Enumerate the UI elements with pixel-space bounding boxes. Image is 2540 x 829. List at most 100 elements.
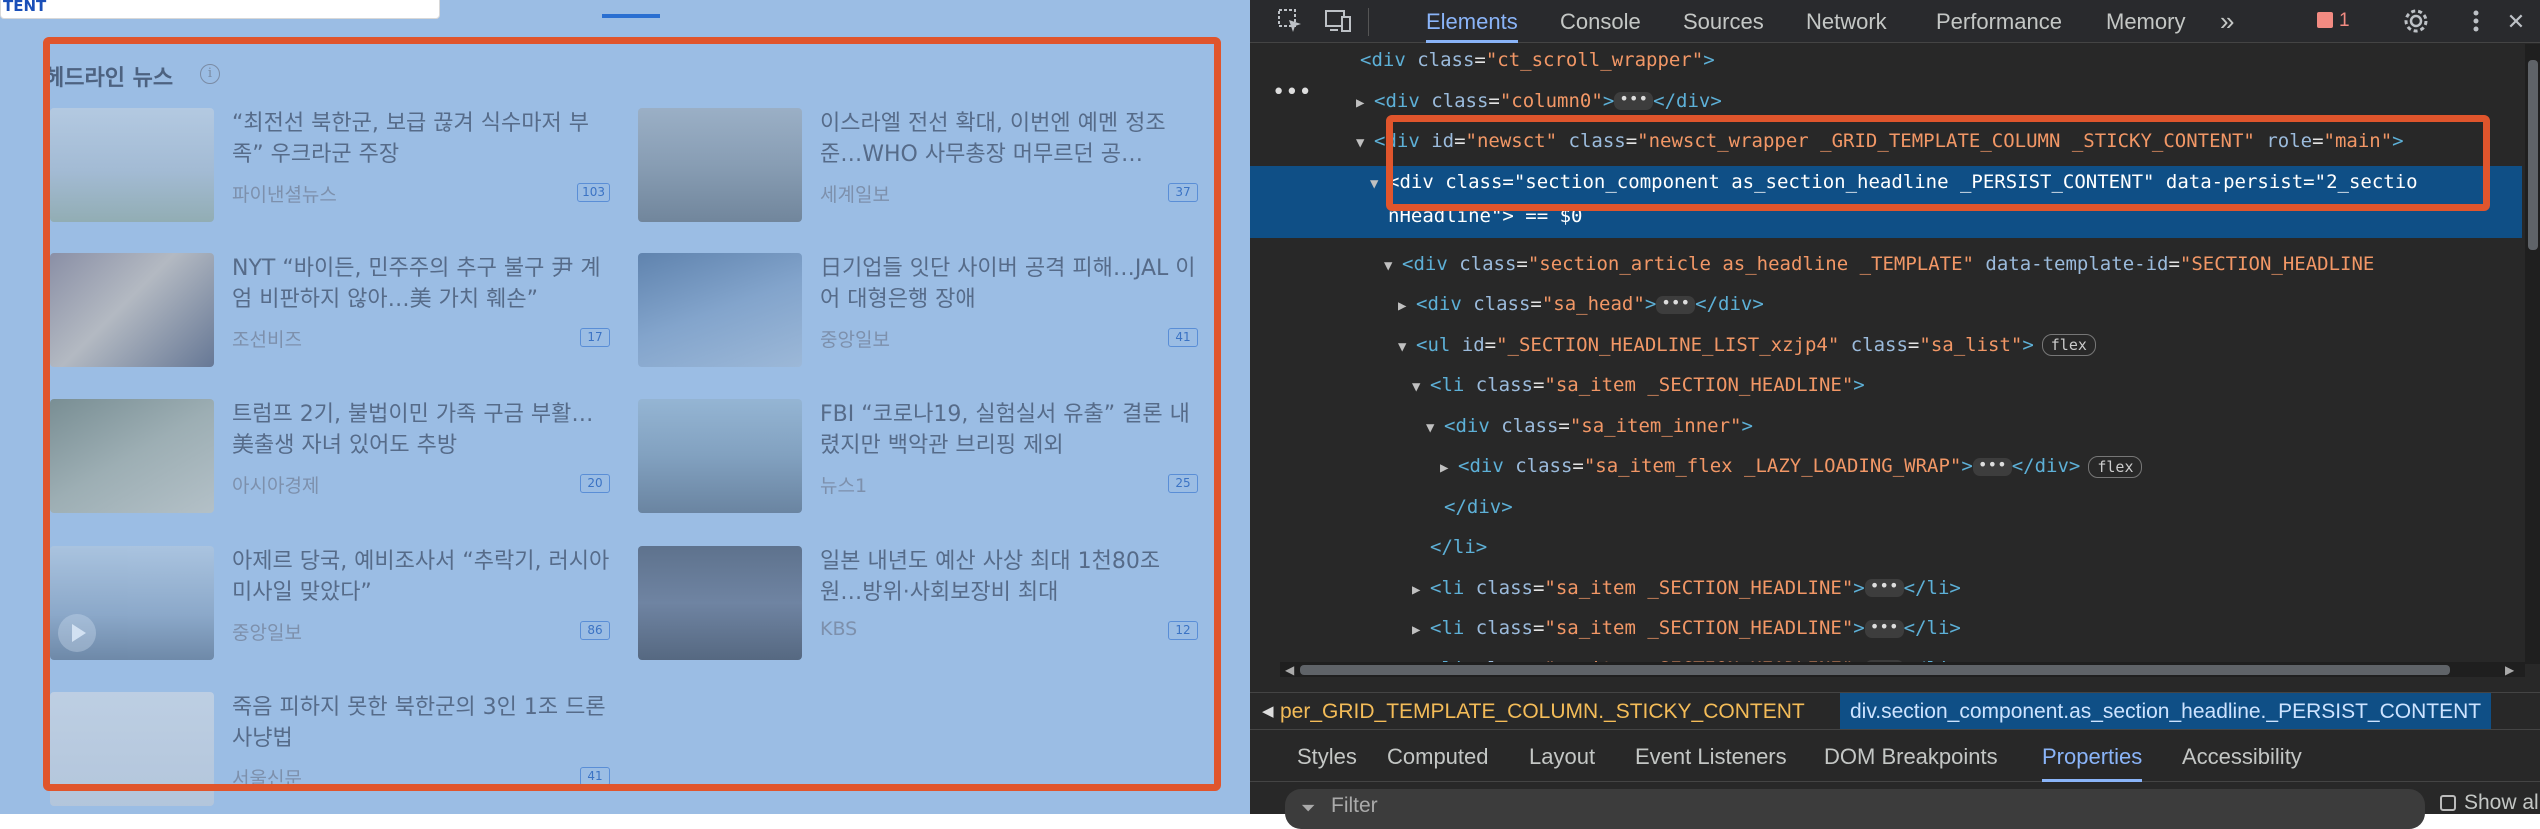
collapse-arrow-icon[interactable]: ▼ xyxy=(1398,331,1416,363)
collapse-arrow-icon[interactable]: ▼ xyxy=(1384,250,1402,282)
devtools-toolbar: Elements Console Sources Network Perform… xyxy=(1250,0,2540,43)
dom-horizontal-scrollbar-thumb[interactable] xyxy=(1300,665,2450,675)
tab-accessibility[interactable]: Accessibility xyxy=(2182,732,2302,782)
dom-token: "ct_scroll_wrapper" xyxy=(1485,49,1704,71)
dom-token: </li> xyxy=(1903,576,1961,599)
dom-node[interactable]: ▶ <div class="sa_item_flex _LAZY_LOADING_… xyxy=(1250,450,2522,482)
dom-token: > xyxy=(1853,576,1865,599)
expand-arrow-icon[interactable]: ▶ xyxy=(1412,614,1430,646)
dom-token: = xyxy=(1572,455,1584,477)
collapse-arrow-icon[interactable]: ▼ xyxy=(1412,371,1430,403)
selected-node-highlight xyxy=(1386,115,2490,211)
dom-token: "sa_item _SECTION_HEADLINE" xyxy=(1544,617,1854,639)
dom-token: <li xyxy=(1430,617,1476,639)
scroll-left-arrow-icon[interactable]: ◀ xyxy=(1285,663,1294,677)
tooltip-text: TENT xyxy=(3,0,47,15)
close-devtools-icon[interactable]: ✕ xyxy=(2502,8,2530,36)
collapsed-content-ellipsis[interactable]: ••• xyxy=(1972,456,2012,476)
dom-token: class xyxy=(1475,617,1533,639)
dom-token: class xyxy=(1417,49,1475,71)
tab-elements[interactable]: Elements xyxy=(1426,0,1518,43)
dom-node[interactable]: ▶ <div class="sa_head"> ••• </div> xyxy=(1250,288,2522,320)
dom-node[interactable]: ▼ <div class="section_article as_headline… xyxy=(1250,248,2522,280)
collapse-arrow-icon[interactable]: ▼ xyxy=(1356,127,1374,159)
more-tabs-icon[interactable]: » xyxy=(2220,0,2234,43)
dom-token: > xyxy=(1853,374,1865,396)
element-tooltip: TENT xyxy=(0,0,440,19)
issues-count: 1 xyxy=(2339,10,2350,31)
dom-node[interactable]: ▼ <ul id="_SECTION_HEADLINE_LIST_xzjp4" c… xyxy=(1250,329,2522,361)
tab-memory[interactable]: Memory xyxy=(2106,0,2185,43)
tab-properties[interactable]: Properties xyxy=(2042,732,2143,782)
collapsed-content-ellipsis[interactable]: ••• xyxy=(1656,294,1696,314)
collapsed-content-ellipsis[interactable]: ••• xyxy=(1614,91,1654,110)
dom-node[interactable]: </div> xyxy=(1250,491,2522,523)
collapsed-content-ellipsis[interactable]: ••• xyxy=(1864,578,1904,597)
expand-arrow-icon[interactable]: ▶ xyxy=(1440,452,1458,484)
tab-performance[interactable]: Performance xyxy=(1936,0,2062,43)
dom-node[interactable]: ▼ <li class="sa_item _SECTION_HEADLINE"> xyxy=(1250,369,2522,401)
active-tab-indicator xyxy=(602,14,660,18)
dom-node[interactable]: <div class="ct_scroll_wrapper"> xyxy=(1250,44,2522,76)
breadcrumb-item[interactable]: per_GRID_TEMPLATE_COLUMN._STICKY_CONTENT xyxy=(1280,693,1805,729)
dom-node[interactable]: ▶<li class="sa_item _SECTION_HEADLINE">•… xyxy=(1250,572,2522,604)
show-all-checkbox[interactable]: Show all xyxy=(2440,791,2540,815)
dom-token: = xyxy=(1516,252,1528,275)
flex-badge[interactable]: flex xyxy=(2088,455,2143,478)
node-actions-ellipsis-icon[interactable]: ••• xyxy=(1272,80,1312,105)
dom-token: </li> xyxy=(1903,617,1961,639)
dom-node[interactable]: ▼ <div class="sa_item_inner"> xyxy=(1250,410,2522,442)
filter-input[interactable]: ⏷ Filter xyxy=(1285,789,2425,829)
dom-token: "sa_item_inner" xyxy=(1569,414,1742,437)
issues-badge[interactable]: 1 xyxy=(2317,10,2350,32)
checkbox-icon xyxy=(2440,795,2456,811)
inspect-element-icon[interactable] xyxy=(1276,8,1304,36)
dom-token: = xyxy=(1558,414,1570,437)
tab-layout[interactable]: Layout xyxy=(1529,732,1595,782)
dom-vertical-scrollbar-thumb[interactable] xyxy=(2528,60,2538,250)
device-toolbar-icon[interactable] xyxy=(1324,8,1352,36)
expand-arrow-icon[interactable]: ▶ xyxy=(1398,290,1416,322)
tab-event-listeners[interactable]: Event Listeners xyxy=(1635,732,1787,782)
tab-console[interactable]: Console xyxy=(1560,0,1641,43)
dom-token: "SECTION_HEADLINE xyxy=(2179,252,2375,275)
dom-token: = xyxy=(1532,374,1545,396)
sidebar-pane-tabs: Styles Computed Layout Event Listeners D… xyxy=(1250,732,2540,782)
dom-token: class xyxy=(1501,414,1559,437)
filter-icon: ⏷ xyxy=(1301,798,1316,818)
tab-styles[interactable]: Styles xyxy=(1297,732,1357,782)
collapse-arrow-icon[interactable]: ▼ xyxy=(1426,412,1444,444)
tab-dom-breakpoints[interactable]: DOM Breakpoints xyxy=(1824,732,1998,782)
dom-token: = xyxy=(1530,293,1542,315)
dom-node[interactable]: ▶<li class="sa_item _SECTION_HEADLINE">•… xyxy=(1250,612,2522,644)
dom-token: class xyxy=(1459,252,1517,275)
dom-token: <div xyxy=(1444,414,1502,437)
expand-arrow-icon[interactable]: ▶ xyxy=(1412,574,1430,606)
dom-token: > xyxy=(1644,293,1657,315)
dom-token: data-template-id xyxy=(1985,252,2169,275)
dom-token: id xyxy=(1461,333,1485,356)
dom-node[interactable]: ▶ <div class="column0"> ••• </div> xyxy=(1250,85,2522,117)
scroll-right-arrow-icon[interactable]: ▶ xyxy=(2505,663,2514,677)
expand-arrow-icon[interactable]: ▶ xyxy=(1356,87,1374,119)
dom-token: <div xyxy=(1360,49,1418,71)
dom-token: > xyxy=(1961,455,1973,477)
breadcrumb-item-selected[interactable]: div.section_component.as_section_headlin… xyxy=(1840,693,2492,729)
tab-network[interactable]: Network xyxy=(1806,0,1887,43)
dom-token: <div xyxy=(1416,293,1474,315)
tab-sources[interactable]: Sources xyxy=(1683,0,1764,43)
flex-badge[interactable]: flex xyxy=(2041,334,2096,356)
issue-flag-icon xyxy=(2317,12,2333,28)
collapsed-content-ellipsis[interactable]: ••• xyxy=(1864,618,1904,638)
dom-token: <li xyxy=(1430,576,1476,599)
dom-token: class xyxy=(1431,89,1489,112)
dom-token: "sa_list" xyxy=(1919,333,2023,356)
more-options-icon[interactable] xyxy=(2462,8,2490,36)
dom-node[interactable]: </li> xyxy=(1250,531,2522,563)
dom-token: = xyxy=(1474,49,1486,71)
breadcrumb-left-arrow-icon[interactable]: ◀ xyxy=(1262,693,1274,729)
tab-computed[interactable]: Computed xyxy=(1387,732,1489,782)
dom-breadcrumb: ◀ per_GRID_TEMPLATE_COLUMN._STICKY_CONTE… xyxy=(1250,692,2540,730)
settings-gear-icon[interactable] xyxy=(2402,8,2430,36)
dom-token: "sa_item_flex _LAZY_LOADING_WRAP" xyxy=(1583,455,1962,477)
